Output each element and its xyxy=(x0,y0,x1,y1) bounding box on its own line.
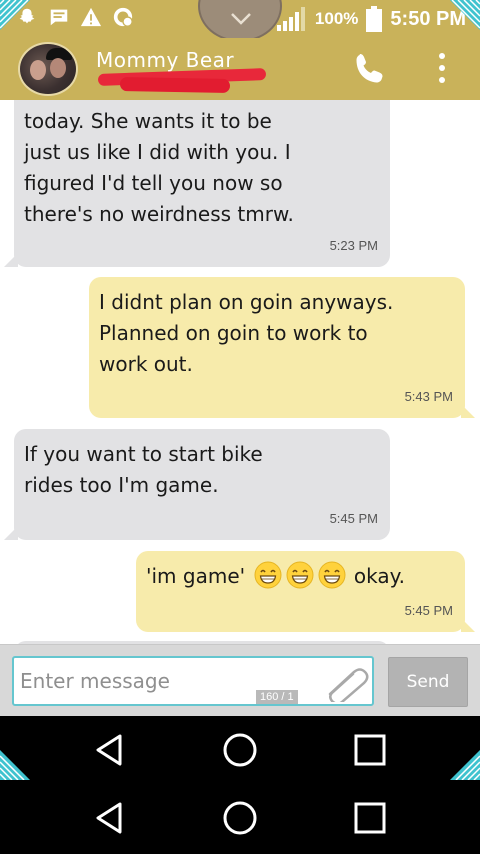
message-time: 5:43 PM xyxy=(404,389,453,404)
grinning-face-emoji-icon xyxy=(286,561,313,589)
recents-icon[interactable] xyxy=(350,798,390,838)
grinning-face-emoji-icon xyxy=(254,561,281,589)
message-time: 5:23 PM xyxy=(329,238,378,253)
message-time: 5:45 PM xyxy=(404,603,453,618)
contact-name[interactable]: Mommy Bear xyxy=(96,48,234,72)
send-button[interactable]: Send xyxy=(388,657,468,707)
message-bubble-incoming[interactable]: today. She wants it to be just us like I… xyxy=(4,100,390,267)
message-text: today. She wants it to be just us like I… xyxy=(24,109,294,226)
phone-icon[interactable] xyxy=(352,50,388,86)
character-counter: 160 / 1 xyxy=(256,690,298,704)
notification-pull-tab[interactable] xyxy=(198,0,282,42)
corner-accent-icon xyxy=(450,0,480,30)
message-time: 5:45 PM xyxy=(329,511,378,526)
chat-header: Mommy Bear xyxy=(0,38,480,100)
message-bubble-outgoing[interactable]: I didnt plan on goin anyways. Planned on… xyxy=(89,277,475,418)
message-text-part: 'im game' xyxy=(146,564,246,588)
corner-accent-icon xyxy=(0,0,30,30)
status-bar: 100% 5:50 PM xyxy=(0,0,480,42)
overflow-menu-icon[interactable] xyxy=(432,50,452,86)
corner-accent-icon xyxy=(450,750,480,780)
recents-icon[interactable] xyxy=(350,730,390,770)
message-icon xyxy=(50,9,68,26)
message-composer: 160 / 1 Send xyxy=(0,644,480,716)
home-icon[interactable] xyxy=(220,730,260,770)
message-bubble-outgoing[interactable]: 'im game' okay. 5:45 PM xyxy=(136,551,475,632)
message-list[interactable]: today. She wants it to be just us like I… xyxy=(0,100,480,644)
whatsapp-icon xyxy=(113,7,133,27)
message-text: If you want to start bike rides too I'm … xyxy=(24,442,263,497)
corner-accent-icon xyxy=(0,750,30,780)
back-icon[interactable] xyxy=(90,730,130,770)
signal-icon xyxy=(276,7,305,31)
message-text-part: okay. xyxy=(353,564,405,588)
navigation-bar xyxy=(0,716,480,784)
avatar[interactable] xyxy=(18,42,78,96)
message-text: 'im game' okay. xyxy=(146,561,405,592)
back-icon[interactable] xyxy=(90,798,130,838)
home-icon[interactable] xyxy=(220,798,260,838)
grinning-face-emoji-icon xyxy=(318,561,345,589)
message-text: I didnt plan on goin anyways. Planned on… xyxy=(99,290,394,376)
message-input-box[interactable]: 160 / 1 xyxy=(12,656,374,706)
paperclip-icon[interactable] xyxy=(320,664,370,702)
status-right: 100% 5:50 PM xyxy=(276,6,466,32)
message-bubble-incoming[interactable]: If you want to start bike rides too I'm … xyxy=(4,429,390,540)
redaction-mark xyxy=(119,77,231,93)
chevron-down-icon xyxy=(231,13,251,25)
warning-icon xyxy=(80,7,102,27)
battery-icon xyxy=(366,6,383,32)
navigation-bar xyxy=(0,784,480,854)
battery-percent: 100% xyxy=(314,9,359,28)
